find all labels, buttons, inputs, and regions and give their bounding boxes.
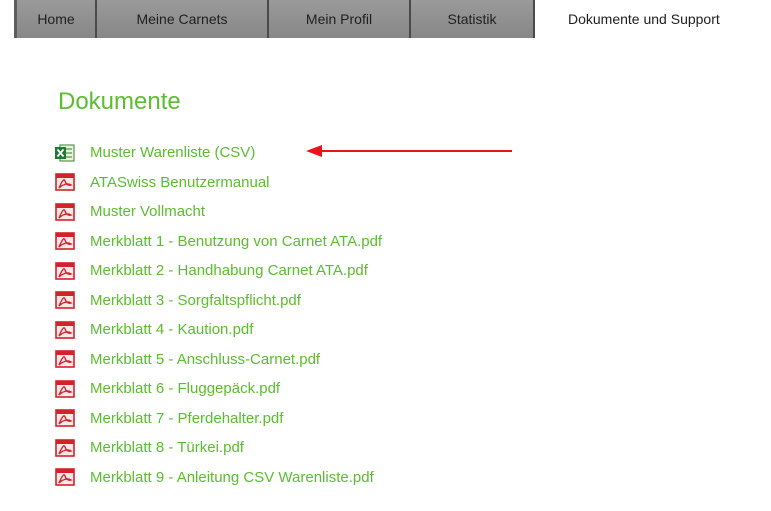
nav-tab-bar: Home Meine Carnets Mein Profil Statistik	[14, 0, 535, 38]
top-navigation: Home Meine Carnets Mein Profil Statistik…	[0, 0, 771, 40]
document-list: Muster Warenliste (CSV) ATASwiss Benutzer…	[54, 138, 382, 492]
document-link[interactable]: Merkblatt 1 - Benutzung von Carnet ATA.p…	[90, 233, 382, 250]
pdf-icon	[54, 438, 76, 458]
document-link[interactable]: Merkblatt 5 - Anschluss-Carnet.pdf	[90, 351, 320, 368]
document-link[interactable]: Merkblatt 2 - Handhabung Carnet ATA.pdf	[90, 262, 368, 279]
document-item[interactable]: Merkblatt 7 - Pferdehalter.pdf	[54, 404, 382, 434]
document-link[interactable]: Muster Vollmacht	[90, 203, 205, 220]
pdf-icon	[54, 349, 76, 369]
document-item[interactable]: Merkblatt 6 - Fluggepäck.pdf	[54, 374, 382, 404]
tab-statistik[interactable]: Statistik	[411, 0, 535, 38]
document-link[interactable]: Merkblatt 3 - Sorgfaltspflicht.pdf	[90, 292, 301, 309]
document-link[interactable]: Merkblatt 8 - Türkei.pdf	[90, 439, 244, 456]
tab-dokumente-und-support[interactable]: Dokumente und Support	[556, 0, 732, 38]
document-item[interactable]: Merkblatt 8 - Türkei.pdf	[54, 433, 382, 463]
tab-home[interactable]: Home	[17, 0, 97, 38]
document-link[interactable]: Muster Warenliste (CSV)	[90, 144, 255, 161]
document-item[interactable]: Merkblatt 1 - Benutzung von Carnet ATA.p…	[54, 227, 382, 257]
document-item[interactable]: Merkblatt 2 - Handhabung Carnet ATA.pdf	[54, 256, 382, 286]
document-link[interactable]: Merkblatt 6 - Fluggepäck.pdf	[90, 380, 280, 397]
pdf-icon	[54, 290, 76, 310]
tab-mein-profil[interactable]: Mein Profil	[269, 0, 411, 38]
pdf-icon	[54, 231, 76, 251]
document-link[interactable]: ATASwiss Benutzermanual	[90, 174, 270, 191]
pdf-icon	[54, 408, 76, 428]
pdf-icon	[54, 379, 76, 399]
document-link[interactable]: Merkblatt 9 - Anleitung CSV Warenliste.p…	[90, 469, 374, 486]
tab-meine-carnets[interactable]: Meine Carnets	[97, 0, 269, 38]
document-item[interactable]: Muster Vollmacht	[54, 197, 382, 227]
document-item[interactable]: Merkblatt 3 - Sorgfaltspflicht.pdf	[54, 286, 382, 316]
pdf-icon	[54, 320, 76, 340]
document-item[interactable]: ATASwiss Benutzermanual	[54, 168, 382, 198]
pdf-icon	[54, 467, 76, 487]
document-item[interactable]: Merkblatt 9 - Anleitung CSV Warenliste.p…	[54, 463, 382, 493]
pdf-icon	[54, 172, 76, 192]
document-link[interactable]: Merkblatt 4 - Kaution.pdf	[90, 321, 253, 338]
pdf-icon	[54, 261, 76, 281]
document-item[interactable]: Merkblatt 5 - Anschluss-Carnet.pdf	[54, 345, 382, 375]
document-item[interactable]: Merkblatt 4 - Kaution.pdf	[54, 315, 382, 345]
red-arrow-annotation	[306, 145, 512, 157]
page-title: Dokumente	[58, 88, 181, 115]
document-link[interactable]: Merkblatt 7 - Pferdehalter.pdf	[90, 410, 283, 427]
excel-icon	[54, 143, 76, 163]
pdf-icon	[54, 202, 76, 222]
